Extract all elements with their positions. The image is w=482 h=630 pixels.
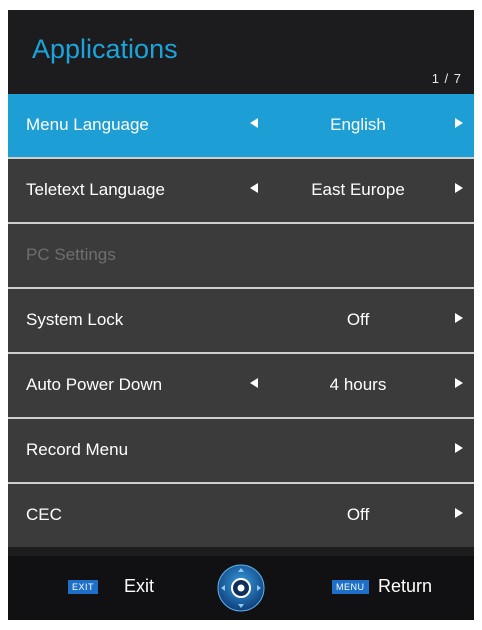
arrow-right-icon[interactable]: [455, 118, 463, 128]
menu-item-value: Off: [346, 505, 370, 524]
menu-item-value: Off: [346, 310, 370, 329]
exit-label: Exit: [124, 576, 155, 596]
menu-item-label: Auto Power Down: [26, 375, 163, 394]
menu-header: Applications 1 / 7: [8, 10, 474, 94]
menu-item-label: PC Settings: [26, 245, 116, 264]
arrow-right-icon[interactable]: [455, 443, 463, 453]
menu-item-pc-settings: PC Settings: [8, 222, 474, 287]
arrow-left-icon[interactable]: [250, 118, 258, 128]
menu-item-cec[interactable]: CEC Off: [8, 482, 474, 547]
menu-item-value: 4 hours: [329, 375, 387, 394]
return-label: Return: [378, 576, 433, 596]
menu-item-label: CEC: [26, 505, 62, 524]
menu-item-menu-language[interactable]: Menu Language English: [8, 94, 474, 157]
exit-key-badge: EXIT: [68, 580, 99, 594]
menu-list: Menu Language English Teletext Language …: [8, 94, 474, 547]
menu-item-value: English: [330, 115, 386, 134]
arrow-left-icon[interactable]: [250, 183, 258, 193]
menu-item-label: Record Menu: [26, 440, 129, 459]
menu-item-label: System Lock: [26, 310, 124, 329]
menu-item-value: East Europe: [311, 180, 405, 199]
page-indicator: 1 / 7: [431, 71, 462, 86]
menu-key-badge: MENU: [332, 580, 369, 594]
menu-item-auto-power-down[interactable]: Auto Power Down 4 hours: [8, 352, 474, 417]
menu-item-system-lock[interactable]: System Lock Off: [8, 287, 474, 352]
arrow-right-icon[interactable]: [455, 313, 463, 323]
arrow-right-icon[interactable]: [455, 183, 463, 193]
arrow-right-icon[interactable]: [455, 508, 463, 518]
dpad-navigation-icon: [217, 564, 265, 612]
arrow-left-icon[interactable]: [250, 378, 258, 388]
menu-item-teletext-language[interactable]: Teletext Language East Europe: [8, 157, 474, 222]
applications-menu-panel: Applications 1 / 7 Menu Language English…: [8, 10, 474, 620]
footer-hint-bar: EXIT Exit MENU Return: [8, 556, 474, 620]
menu-item-record-menu[interactable]: Record Menu: [8, 417, 474, 482]
page-title: Applications: [32, 34, 178, 64]
menu-item-label: Teletext Language: [26, 180, 165, 199]
menu-item-label: Menu Language: [26, 115, 149, 134]
arrow-right-icon[interactable]: [455, 378, 463, 388]
